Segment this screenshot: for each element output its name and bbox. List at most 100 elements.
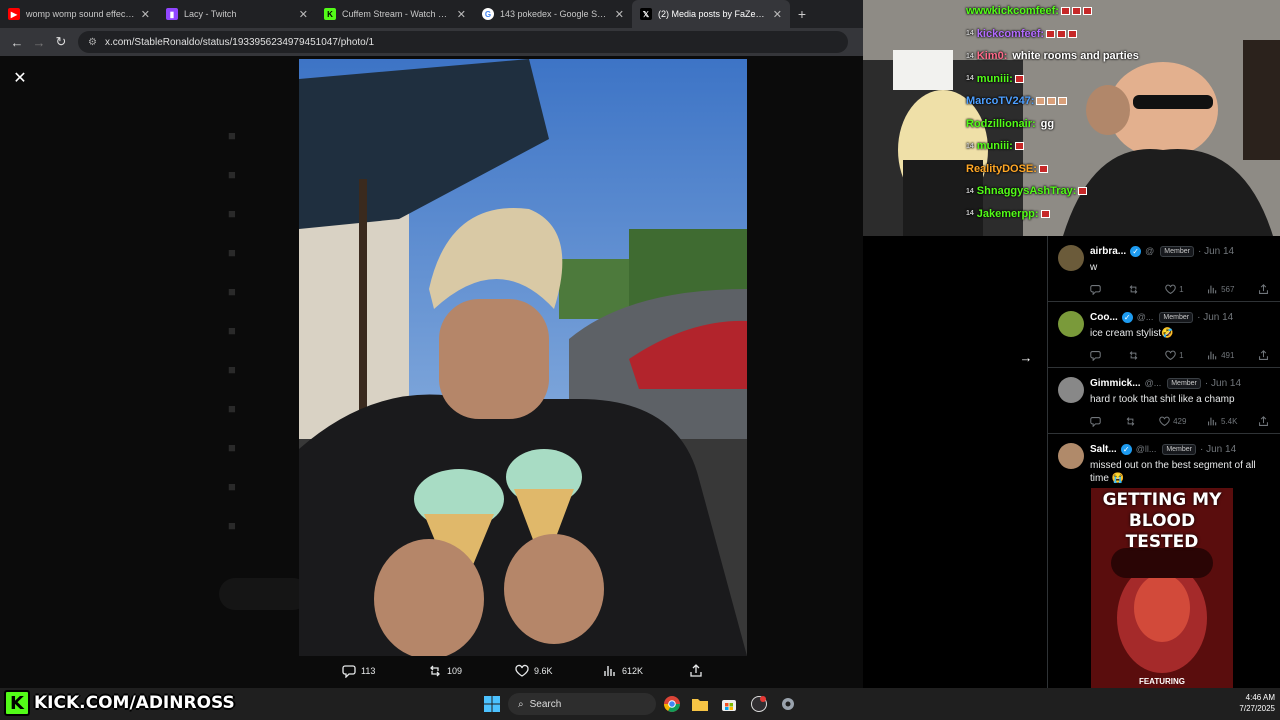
clock-date: 7/27/2025 <box>1239 704 1275 713</box>
avatar[interactable] <box>1058 377 1084 403</box>
reply-item[interactable]: Coo... ✓ @... Member · Jun 14 ice cream … <box>1048 302 1280 368</box>
next-media-arrow-icon[interactable]: → <box>1018 349 1034 365</box>
like-button[interactable]: 429 <box>1159 416 1186 427</box>
file-explorer-icon[interactable] <box>690 694 710 714</box>
chat-message: 14 Jakemerpp: <box>966 203 1166 226</box>
repost-button[interactable] <box>1125 416 1139 427</box>
views-button[interactable]: 491 <box>1207 350 1234 361</box>
close-icon[interactable]: ✕ <box>12 70 28 87</box>
chat-username: muniii: <box>976 140 1013 153</box>
post-photo[interactable] <box>299 59 747 656</box>
reply-count: 113 <box>361 666 376 676</box>
tab-label: (2) Media posts by FaZe Ronaldo <box>658 9 767 19</box>
reply-item[interactable]: airbra... ✓ @ Member · Jun 14 w 1 567 <box>1048 236 1280 302</box>
emote-icon <box>1047 97 1057 106</box>
avatar[interactable] <box>1058 311 1084 337</box>
close-tab-icon[interactable]: ✕ <box>299 8 308 21</box>
repost-button[interactable]: 109 <box>428 664 462 678</box>
reply-actions: 1 491 <box>1090 350 1272 361</box>
thumbnail-title: GETTING MY BLOOD TESTED <box>1102 490 1222 552</box>
sub-badge: 14 <box>966 30 974 38</box>
chat-text: gg <box>1040 117 1055 130</box>
store-icon[interactable] <box>719 694 739 714</box>
avatar[interactable] <box>1058 443 1084 469</box>
windows-start-icon[interactable] <box>482 694 502 714</box>
close-tab-icon[interactable]: ✕ <box>773 8 782 21</box>
chrome-icon[interactable] <box>662 694 682 714</box>
like-button[interactable]: 1 <box>1165 284 1184 295</box>
like-button[interactable]: 1 <box>1165 350 1184 361</box>
new-tab-button[interactable]: + <box>790 0 814 28</box>
back-button[interactable]: ← <box>6 31 28 53</box>
repost-button[interactable] <box>1128 284 1142 295</box>
youtube-icon: ▶ <box>8 8 20 20</box>
chat-username: Jakemerpp: <box>976 207 1039 220</box>
tab-strip: ▶ womp womp sound effect - Yo ✕ ▮ Lacy -… <box>0 0 863 28</box>
share-button[interactable] <box>689 664 708 678</box>
view-count: 567 <box>1221 285 1235 294</box>
emote-icon <box>1046 29 1056 38</box>
views-button[interactable]: 612K <box>603 664 643 678</box>
emote-icon <box>1071 7 1081 16</box>
share-button[interactable] <box>1258 350 1272 361</box>
reply-author[interactable]: Gimmick... <box>1090 378 1141 389</box>
emote-icon <box>1060 7 1070 16</box>
forward-button[interactable]: → <box>28 31 50 53</box>
address-bar[interactable]: ⚙ x.com/StableRonaldo/status/19339562349… <box>78 31 848 53</box>
settings-icon[interactable] <box>778 694 798 714</box>
tab-youtube[interactable]: ▶ womp womp sound effect - Yo ✕ <box>0 0 158 28</box>
reply-button[interactable]: 113 <box>342 664 375 678</box>
repost-count: 109 <box>447 666 463 676</box>
reply-button[interactable] <box>1090 284 1104 295</box>
reply-author[interactable]: airbra... <box>1090 246 1126 257</box>
reply-button[interactable] <box>1090 350 1104 361</box>
chat-username: kickcomfeef: <box>976 27 1045 40</box>
tab-kick[interactable]: K Cuffem Stream - Watch Live on ✕ <box>316 0 474 28</box>
chat-username: ShnaggysAshTray: <box>976 185 1077 198</box>
reply-button[interactable] <box>1090 416 1104 427</box>
tab-google[interactable]: G 143 pokedex - Google Search ✕ <box>474 0 632 28</box>
windows-logo <box>484 696 500 712</box>
close-tab-icon[interactable]: ✕ <box>457 8 466 21</box>
chat-message: MarcoTV247: <box>966 90 1166 113</box>
reply-item[interactable]: Salt... ✓ @ll... Member · Jun 14 missed … <box>1048 434 1280 688</box>
views-icon <box>1208 351 1217 360</box>
repost-button[interactable] <box>1128 350 1142 361</box>
verified-icon: ✓ <box>1121 311 1133 323</box>
like-count: 1 <box>1179 285 1184 294</box>
taskbar-search[interactable]: ⌕ Search <box>508 693 656 715</box>
views-button[interactable]: 567 <box>1207 284 1234 295</box>
tab-twitch[interactable]: ▮ Lacy - Twitch ✕ <box>158 0 316 28</box>
close-tab-icon[interactable]: ✕ <box>141 8 150 21</box>
system-clock[interactable]: 4:46 AM 7/27/2025 <box>1225 692 1275 714</box>
avatar[interactable] <box>1058 245 1084 271</box>
thumbnail-footer: FEATURING <box>1138 677 1186 686</box>
member-badge: Member <box>1160 245 1194 257</box>
reply-item[interactable]: Gimmick... @... Member · Jun 14 hard r t… <box>1048 368 1280 434</box>
reply-author[interactable]: Salt... <box>1090 444 1117 455</box>
emote-icon <box>1058 97 1068 106</box>
reply-actions: 1 567 <box>1090 284 1272 295</box>
site-info-icon[interactable]: ⚙ <box>88 37 97 48</box>
like-button[interactable]: 9.6K <box>515 664 553 678</box>
repost-icon <box>1129 351 1137 360</box>
emote-icon <box>1014 142 1024 151</box>
share-button[interactable] <box>1258 284 1272 295</box>
views-icon <box>604 666 615 676</box>
like-count: 429 <box>1173 417 1187 426</box>
chat-username: wwwkickcomfeef: <box>966 5 1059 18</box>
chat-username: muniii: <box>976 72 1013 85</box>
reply-media-thumbnail[interactable]: GETTING MY BLOOD TESTED FEATURING <box>1091 488 1233 688</box>
obs-icon[interactable] <box>749 694 769 714</box>
sub-badge: 14 <box>966 52 974 60</box>
share-icon <box>1259 284 1268 294</box>
reload-button[interactable]: ↻ <box>50 31 72 53</box>
reply-handle: @ll... <box>1135 444 1157 454</box>
close-tab-icon[interactable]: ✕ <box>615 8 624 21</box>
share-button[interactable] <box>1258 416 1272 427</box>
gear-icon <box>782 698 794 710</box>
obs-logo <box>751 696 767 712</box>
views-button[interactable]: 5.4K <box>1207 416 1237 427</box>
reply-author[interactable]: Coo... <box>1090 312 1118 323</box>
tab-x[interactable]: 𝕏 (2) Media posts by FaZe Ronaldo ✕ <box>632 0 790 28</box>
